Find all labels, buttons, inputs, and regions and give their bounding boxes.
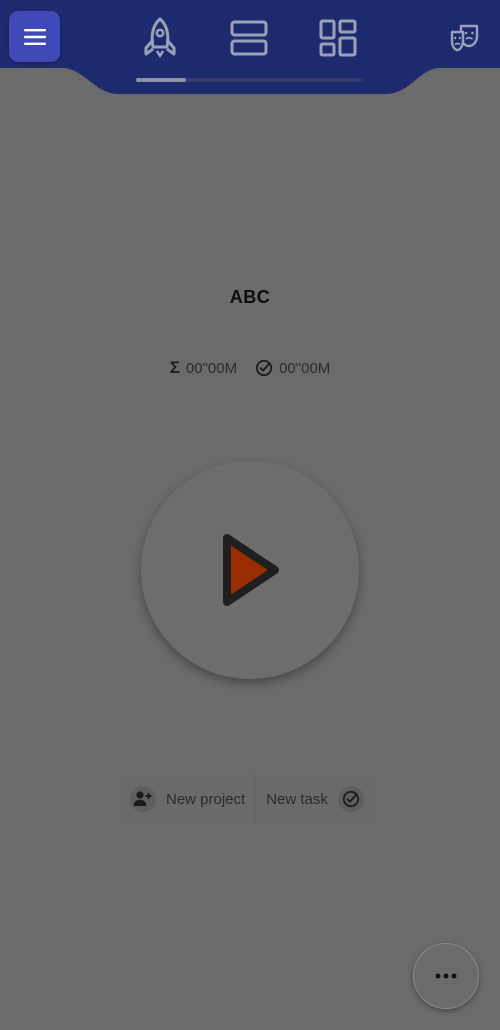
target-time-stat: 00"00M xyxy=(255,359,330,377)
check-circle-icon xyxy=(337,786,364,812)
profile-button[interactable] xyxy=(449,22,481,54)
stacked-rows-icon xyxy=(230,20,268,56)
top-app-bar xyxy=(0,0,500,96)
play-icon xyxy=(223,534,279,606)
target-time-value: 00"00M xyxy=(279,359,331,377)
target-icon xyxy=(255,359,273,377)
add-person-icon xyxy=(130,786,156,812)
new-project-button[interactable]: New project xyxy=(124,774,257,824)
sigma-icon: Σ xyxy=(169,358,180,377)
new-task-button[interactable]: New task xyxy=(256,774,374,824)
new-project-label: New project xyxy=(166,790,246,808)
hamburger-menu-icon xyxy=(23,28,46,45)
tab-indicator xyxy=(136,78,186,82)
dashboard-grid-icon xyxy=(319,19,357,57)
tab-dashboard[interactable] xyxy=(316,16,360,60)
menu-button[interactable] xyxy=(9,11,60,62)
new-task-label: New task xyxy=(266,790,328,808)
total-time-stat: Σ 00"00M xyxy=(170,358,237,378)
project-title: ABC xyxy=(229,287,271,307)
quick-actions: New project New task xyxy=(124,774,376,824)
total-time-value: 00"00M xyxy=(185,359,238,377)
theater-masks-icon xyxy=(450,24,479,52)
play-button[interactable] xyxy=(141,461,359,679)
time-stats: Σ 00"00M 00"00M xyxy=(0,358,500,378)
tab-stacked-view[interactable] xyxy=(227,16,271,60)
more-dots-icon xyxy=(435,973,457,979)
tab-rocket[interactable] xyxy=(138,16,182,60)
more-options-button[interactable] xyxy=(413,943,479,1009)
app-screen: ABC Σ 00"00M 00"00M New project New task xyxy=(0,0,500,1030)
rocket-icon xyxy=(144,17,176,58)
